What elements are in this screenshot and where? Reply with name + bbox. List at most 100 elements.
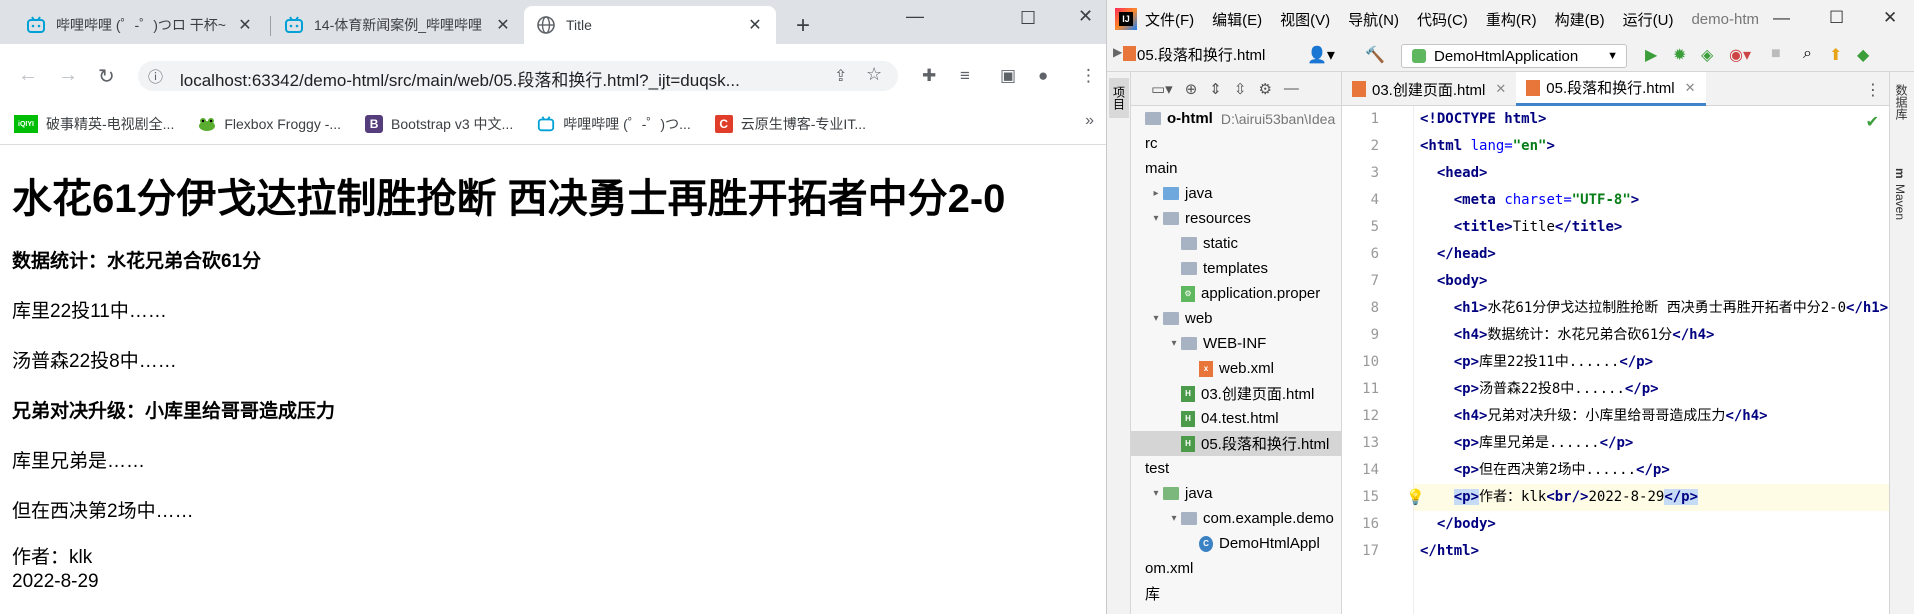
new-tab-button[interactable]: +	[796, 14, 810, 38]
menu-code[interactable]: 代码(C)	[1417, 9, 1468, 30]
search-icon[interactable]: ⌕	[1803, 45, 1812, 63]
maximize-icon[interactable]: ☐	[1020, 8, 1036, 29]
collapse-icon[interactable]: ⇳	[1234, 80, 1247, 98]
tree-item[interactable]: ▾ resources	[1131, 206, 1341, 231]
menu-view[interactable]: 视图(V)	[1280, 9, 1330, 30]
close-icon[interactable]: ✕	[746, 15, 764, 35]
tree-item[interactable]: 库	[1131, 581, 1341, 606]
close-window-icon[interactable]: ✕	[1883, 8, 1897, 28]
extensions-icon[interactable]: ✚	[922, 66, 936, 86]
database-tool-button[interactable]: 数据库	[1893, 84, 1910, 120]
menu-run[interactable]: 运行(U)	[1623, 9, 1674, 30]
forward-icon[interactable]: →	[58, 64, 78, 87]
tree-item-label: test	[1145, 460, 1170, 477]
side-panel-icon[interactable]: ▣	[1000, 66, 1016, 86]
code-area[interactable]: <!DOCTYPE html> <html lang="en"> <head> <…	[1414, 106, 1890, 614]
bookmark-bilibili[interactable]: 哔哩哔哩 (゜-゜)つ...	[537, 114, 691, 134]
address-bar[interactable]: ⓘ localhost:63342/demo-html/src/main/web…	[138, 61, 898, 91]
stop-icon[interactable]: ■	[1771, 45, 1781, 63]
profile-icon[interactable]: ●	[1038, 66, 1048, 86]
tree-item[interactable]: ▾ java	[1131, 481, 1341, 506]
menu-icon[interactable]: ⋮	[1080, 66, 1097, 86]
maven-tool-button[interactable]: Maven	[1893, 184, 1907, 220]
profile-run-icon[interactable]: ◉▾	[1729, 45, 1751, 65]
coverage-icon[interactable]: ◈	[1701, 45, 1713, 65]
bookmark-bootstrap[interactable]: B Bootstrap v3 中文...	[365, 114, 513, 134]
chevron-down-icon[interactable]: ▾	[1167, 513, 1181, 524]
update-icon[interactable]: ⬆	[1829, 45, 1842, 65]
tree-item[interactable]: ▾ web	[1131, 306, 1341, 331]
tree-item[interactable]: templates	[1131, 256, 1341, 281]
tab-title-page[interactable]: Title ✕	[524, 6, 776, 44]
tree-item[interactable]: o-html D:\airui53ban\Idea	[1131, 106, 1341, 131]
bookmark-csdn[interactable]: C 云原生博客-专业IT...	[714, 114, 866, 134]
date-line: 2022-8-29	[12, 571, 99, 592]
tab-bilibili[interactable]: 哔哩哔哩 (゜-゜)つロ 干杯~ ✕	[14, 6, 266, 44]
bookmarks-overflow-icon[interactable]: »	[1085, 112, 1094, 130]
breadcrumb[interactable]: 05.段落和换行.html	[1137, 44, 1265, 65]
menu-refactor[interactable]: 重构(R)	[1486, 9, 1537, 30]
project-view-icon[interactable]: ▭▾	[1151, 80, 1173, 98]
close-icon[interactable]: ✕	[1685, 80, 1696, 96]
inspection-ok-icon[interactable]: ✔	[1866, 112, 1879, 132]
chevron-down-icon[interactable]: ▾	[1149, 213, 1163, 224]
ide-window: IJ 文件(F) 编辑(E) 视图(V) 导航(N) 代码(C) 重构(R) 构…	[1106, 0, 1914, 614]
bookmark-iqiyi[interactable]: iQIYI 破事精英-电视剧全...	[14, 114, 174, 134]
gear-icon[interactable]: ⚙	[1258, 80, 1271, 98]
chevron-right-icon[interactable]: ▸	[1149, 188, 1163, 199]
tree-item[interactable]: H 04.test.html	[1131, 406, 1341, 431]
tree-item[interactable]: ⚙ application.proper	[1131, 281, 1341, 306]
tree-item[interactable]: ▾ WEB-INF	[1131, 331, 1341, 356]
tree-item[interactable]: test	[1131, 456, 1341, 481]
tree-item[interactable]: om.xml	[1131, 556, 1341, 581]
tab-sports-news[interactable]: 14-体育新闻案例_哔哩哔哩 ✕	[272, 6, 524, 44]
back-icon[interactable]: ←	[18, 64, 38, 87]
info-icon[interactable]: ⓘ	[148, 66, 163, 87]
tree-item[interactable]: ▸ java	[1131, 181, 1341, 206]
debug-icon[interactable]: ✹	[1673, 45, 1686, 65]
close-icon[interactable]: ✕	[1495, 81, 1506, 97]
reload-icon[interactable]: ↻	[98, 64, 115, 89]
props-file-icon: ⚙	[1181, 285, 1195, 302]
chevron-down-icon[interactable]: ▾	[1149, 313, 1163, 324]
close-icon[interactable]: ✕	[494, 15, 512, 35]
editor-tab-03[interactable]: 03.创建页面.html ✕	[1342, 72, 1516, 106]
locate-icon[interactable]: ⊕	[1185, 80, 1198, 98]
expand-icon[interactable]: ⇕	[1209, 80, 1222, 98]
share-icon[interactable]: ⇪	[834, 66, 847, 86]
project-tool-button[interactable]: 项目	[1109, 78, 1129, 118]
tree-item[interactable]: rc	[1131, 131, 1341, 156]
menu-edit[interactable]: 编辑(E)	[1212, 9, 1262, 30]
close-window-icon[interactable]: ✕	[1078, 6, 1093, 27]
build-hammer-icon[interactable]: 🔨	[1365, 45, 1385, 65]
plugin-icon[interactable]: ◆	[1857, 45, 1869, 65]
tree-item[interactable]: H 03.创建页面.html	[1131, 381, 1341, 406]
tab-menu-icon[interactable]: ⋮	[1865, 80, 1881, 100]
menu-build[interactable]: 构建(B)	[1555, 9, 1605, 30]
user-icon[interactable]: 👤▾	[1307, 45, 1335, 65]
tree-item[interactable]: C DemoHtmlAppl	[1131, 531, 1341, 556]
run-config-dropdown[interactable]: DemoHtmlApplication ▼	[1401, 44, 1627, 68]
tree-item[interactable]: H 05.段落和换行.html	[1131, 431, 1341, 456]
bookmark-star-icon[interactable]: ☆	[866, 64, 882, 85]
minimize-icon[interactable]: —	[1773, 8, 1790, 28]
code-line: <h1>水花61分伊戈达拉制胜抢断 西决勇士再胜开拓者中分2-0</h1>	[1453, 300, 1889, 316]
chevron-down-icon[interactable]: ▾	[1149, 488, 1163, 499]
bookmark-flexbox-froggy[interactable]: Flexbox Froggy -...	[198, 115, 341, 133]
menu-navigate[interactable]: 导航(N)	[1348, 9, 1399, 30]
intention-bulb-icon[interactable]: 💡	[1406, 488, 1425, 506]
code-line: <p>库里22投11中......</p>	[1453, 354, 1654, 370]
minimize-icon[interactable]: —	[906, 6, 924, 27]
tree-item[interactable]: ▾ com.example.demo	[1131, 506, 1341, 531]
maximize-icon[interactable]: ☐	[1829, 8, 1844, 28]
tree-item[interactable]: x web.xml	[1131, 356, 1341, 381]
hide-icon[interactable]: —	[1284, 80, 1299, 97]
tree-item[interactable]: static	[1131, 231, 1341, 256]
chevron-down-icon[interactable]: ▾	[1167, 338, 1181, 349]
tree-item[interactable]: main	[1131, 156, 1341, 181]
editor-tab-05[interactable]: 05.段落和换行.html ✕	[1516, 72, 1706, 106]
media-icon[interactable]: ≡	[960, 66, 970, 86]
menu-file[interactable]: 文件(F)	[1145, 9, 1194, 30]
close-icon[interactable]: ✕	[236, 15, 254, 35]
run-icon[interactable]: ▶	[1645, 45, 1657, 65]
